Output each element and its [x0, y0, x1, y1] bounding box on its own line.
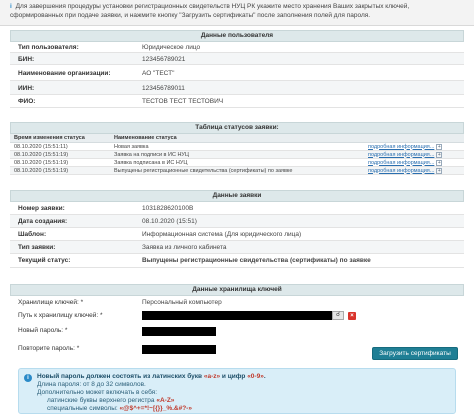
col-link	[364, 134, 464, 143]
rule-line-3: Дополнительно может включать в себя:	[37, 389, 158, 396]
iin-label: ИИН:	[18, 85, 35, 92]
created-date-label: Дата создания:	[18, 218, 68, 225]
repeat-password-label: Повторите пароль: *	[18, 345, 80, 352]
details-link[interactable]: подробная информация...	[368, 152, 434, 158]
request-row-status: Текущий статус: Выпущены регистрационные…	[10, 254, 464, 268]
status-detail-cell: подробная информация... +	[364, 142, 464, 151]
repeat-password-field[interactable]	[142, 345, 216, 354]
rule-5-text: специальные символы:	[47, 405, 120, 412]
rule-1-mid: и цифр	[220, 373, 248, 380]
current-status-value: Выпущены регистрационные свидетельства (…	[142, 257, 371, 264]
rule-line-5: специальные символы: «@$^+=*!~[{}}_%.&#?…	[37, 405, 449, 413]
rule-4-value: «A-Z»	[156, 397, 175, 404]
expand-icon[interactable]: +	[436, 167, 443, 174]
instruction-text: i Для завершения процедуры установки рег…	[0, 0, 474, 26]
template-value: Информационная система (Для юридического…	[142, 231, 302, 238]
rule-line-4: латинские буквы верхнего регистра «A-Z»	[37, 397, 449, 405]
status-time: 08.10.2020 (15:51:19)	[10, 158, 110, 167]
clear-path-button[interactable]: ×	[348, 312, 356, 320]
new-password-label: Новый пароль: *	[18, 327, 68, 334]
user-row-fio: ФИО: ТЕСТОВ ТЕСТ ТЕСТОВИЧ	[10, 95, 464, 108]
status-table: Время изменения статуса Наименование ста…	[10, 134, 464, 175]
rule-1-range-1: «a-z»	[203, 373, 221, 380]
info-icon: i	[10, 3, 12, 10]
status-time: 08.10.2020 (15:51:11)	[10, 142, 110, 151]
path-label: Путь к хранилищу ключей: *	[18, 312, 103, 319]
status-table-head-row: Время изменения статуса Наименование ста…	[10, 134, 464, 143]
current-status-label: Текущий статус:	[18, 257, 71, 264]
request-row-template: Шаблон: Информационная система (Для юрид…	[10, 228, 464, 241]
status-detail-cell: подробная информация... +	[364, 150, 464, 159]
user-row-bin: БИН: 123456789021	[10, 53, 464, 65]
request-row-number: Номер заявки: 1031828620100В	[10, 202, 464, 215]
user-data-header: Данные пользователя	[10, 30, 464, 42]
key-storage-header: Данные хранилища ключей	[10, 284, 464, 296]
status-name: Заявка на подписи в ИС НУЦ	[110, 150, 364, 159]
details-link[interactable]: подробная информация...	[368, 160, 434, 166]
col-status: Наименование статуса	[110, 134, 364, 143]
bin-value: 123456789021	[142, 56, 186, 63]
user-row-iin: ИИН: 123456789011	[10, 81, 464, 95]
rule-1-range-2: «0-9»	[247, 373, 264, 380]
status-table-header: Таблица статусов заявки:	[10, 122, 464, 134]
rule-1-text: Новый пароль должен состоять из латински…	[37, 373, 204, 380]
rule-line-1: Новый пароль должен состоять из латински…	[37, 373, 449, 381]
iin-value: 123456789011	[142, 85, 185, 92]
org-name-value: АО "ТЕСТ"	[142, 70, 175, 77]
org-name-label: Наименование организации:	[18, 70, 111, 77]
status-name: Выпущены регистрационные свидетельства (…	[110, 166, 364, 175]
expand-icon[interactable]: +	[436, 159, 443, 166]
status-row: 08.10.2020 (15:51:11) Новая заявка подро…	[10, 142, 464, 151]
browse-button[interactable]: ☌	[332, 311, 344, 320]
template-label: Шаблон:	[18, 231, 47, 238]
storage-value: Персональный компьютер	[142, 299, 222, 306]
user-type-value: Юридическое лицо	[142, 44, 201, 51]
status-name: Новая заявка	[110, 142, 364, 151]
rule-1-suffix: .	[263, 373, 266, 380]
fio-label: ФИО:	[18, 98, 36, 105]
details-link[interactable]: подробная информация...	[368, 168, 434, 174]
status-detail-cell: подробная информация... +	[364, 158, 464, 167]
key-path-field[interactable]	[142, 311, 332, 320]
request-type-value: Заявка из личного кабинета	[142, 244, 227, 251]
request-type-label: Тип заявки:	[18, 244, 56, 251]
expand-icon[interactable]: +	[436, 143, 443, 150]
request-data-header: Данные заявки	[10, 190, 464, 202]
password-rules-alert: i Новый пароль должен состоять из латинс…	[18, 368, 456, 414]
storage-row: Хранилище ключей: * Персональный компьют…	[10, 296, 464, 308]
new-password-row: Новый пароль: *	[10, 325, 464, 337]
status-row: 08.10.2020 (15:51:19) Заявка подписана в…	[10, 158, 464, 167]
created-date-value: 08.10.2020 (15:51)	[142, 218, 197, 225]
instruction-label: Для завершения процедуры установки регис…	[10, 3, 410, 19]
status-row: 08.10.2020 (15:51:19) Выпущены регистрац…	[10, 166, 464, 175]
user-row-type: Тип пользователя: Юридическое лицо	[10, 42, 464, 53]
user-row-org: Наименование организации: АО "ТЕСТ"	[10, 65, 464, 81]
status-time: 08.10.2020 (15:51:19)	[10, 166, 110, 175]
close-icon: ×	[350, 313, 354, 319]
rule-5-value: «@$^+=*!~[{}}_%.&#?-»	[119, 405, 192, 412]
storage-label: Хранилище ключей: *	[18, 299, 84, 306]
user-type-label: Тип пользователя:	[18, 44, 79, 51]
details-link[interactable]: подробная информация...	[368, 144, 434, 150]
bin-label: БИН:	[18, 56, 35, 63]
new-password-field[interactable]	[142, 327, 216, 336]
fio-value: ТЕСТОВ ТЕСТ ТЕСТОВИЧ	[142, 98, 224, 105]
rule-line-2: Длина пароля: от 8 до 32 символов.	[37, 381, 146, 388]
request-row-date: Дата создания: 08.10.2020 (15:51)	[10, 215, 464, 228]
status-detail-cell: подробная информация... +	[364, 166, 464, 175]
search-icon: ☌	[335, 312, 341, 318]
info-icon: i	[24, 374, 32, 382]
request-row-type: Тип заявки: Заявка из личного кабинета	[10, 241, 464, 254]
status-name: Заявка подписана в ИС НУЦ	[110, 158, 364, 167]
request-number-value: 1031828620100В	[142, 205, 194, 212]
rule-4-text: латинские буквы верхнего регистра	[47, 397, 157, 404]
col-time: Время изменения статуса	[10, 134, 110, 143]
load-certificates-button[interactable]: Загрузить сертификаты	[372, 347, 458, 360]
request-number-label: Номер заявки:	[18, 205, 65, 212]
status-row: 08.10.2020 (15:51:19) Заявка на подписи …	[10, 150, 464, 159]
status-time: 08.10.2020 (15:51:19)	[10, 150, 110, 159]
expand-icon[interactable]: +	[436, 151, 443, 158]
